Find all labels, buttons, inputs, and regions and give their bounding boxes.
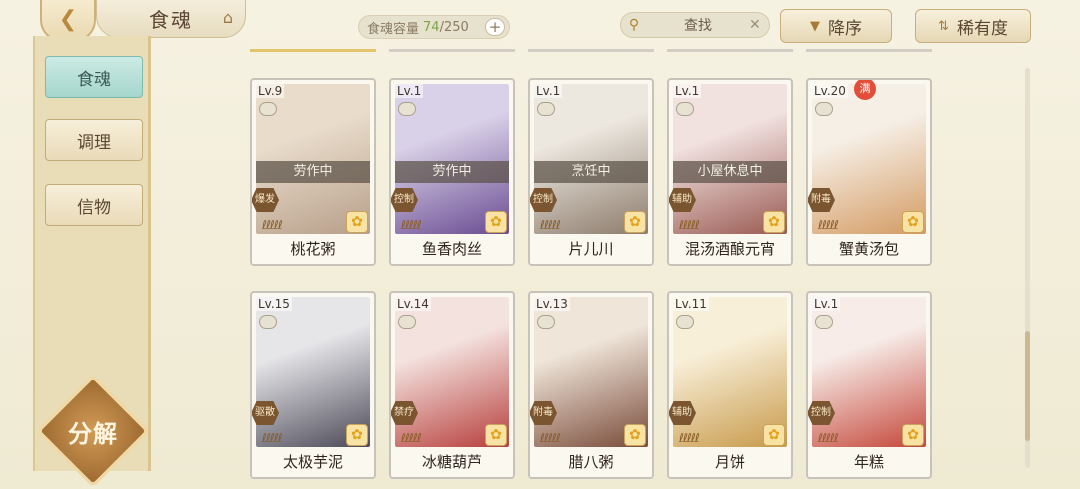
flower-icon: ✿ [763,211,785,233]
sort-order-label: 降序 [828,18,862,39]
bag-icon [537,102,555,116]
flower-icon: ✿ [624,211,646,233]
star-rating: ℓℓℓℓℓ [679,431,700,445]
bag-icon [676,102,694,116]
star-rating: ℓℓℓℓℓ [679,218,700,232]
card-name: 混汤酒酿元宵 [669,234,791,264]
star-rating: ℓℓℓℓℓ [401,218,422,232]
character-card[interactable]: Lv.13 附毒 ℓℓℓℓℓ ✿ 腊八粥 [528,291,654,479]
role-badge: 附毒 [530,401,557,425]
role-badge: 辅助 [669,188,696,212]
star-rating: ℓℓℓℓℓ [401,431,422,445]
flower-icon: ✿ [485,211,507,233]
tab-xinwu[interactable]: 信物 [45,184,143,226]
bag-icon [259,315,277,329]
card-level: Lv.1 [812,297,841,311]
back-arrow-icon: ❮ [58,6,78,32]
flower-icon: ✿ [763,424,785,446]
card-status: 小屋休息中 [673,161,787,183]
card-name: 冰糖葫芦 [391,447,513,477]
card-name: 腊八粥 [530,447,652,477]
card-name: 月饼 [669,447,791,477]
full-badge: 满 [854,80,876,100]
card-level: Lv.13 [534,297,570,311]
card-name: 鱼香肉丝 [391,234,513,264]
flower-icon: ✿ [346,211,368,233]
role-badge: 驱散 [252,401,279,425]
capacity-add-button[interactable]: + [485,18,505,36]
role-badge: 爆发 [252,188,279,212]
character-card[interactable]: Lv.15 驱散 ℓℓℓℓℓ ✿ 太极芋泥 [250,291,376,479]
scrollbar[interactable] [1025,68,1030,468]
star-rating: ℓℓℓℓℓ [540,218,561,232]
character-card[interactable]: Lv.11 辅助 ℓℓℓℓℓ ✿ 月饼 [667,291,793,479]
search-placeholder: 查找 [684,18,712,34]
card-level: Lv.9 [256,84,285,98]
capacity-total: /250 [439,19,469,35]
flower-icon: ✿ [902,211,924,233]
capacity-current: 74 [423,19,440,35]
home-icon[interactable]: ⌂ [214,8,242,32]
previous-row-edge [250,36,1020,52]
card-level: Lv.15 [256,297,292,311]
role-badge: 辅助 [669,401,696,425]
card-name: 太极芋泥 [252,447,374,477]
card-level: Lv.20 [812,84,848,98]
star-rating: ℓℓℓℓℓ [262,218,283,232]
scrollbar-thumb[interactable] [1025,331,1030,441]
card-status: 劳作中 [256,161,370,183]
flower-icon: ✿ [624,424,646,446]
app-root: ❮ 食魂 ⌂ 食魂容量 74 /250 + ⚲ 查找 ✕ ▼ 降序 ⇅ 稀有度 … [0,0,1080,489]
character-card[interactable]: Lv.1 小屋休息中 辅助 ℓℓℓℓℓ ✿ 混汤酒酿元宵 [667,78,793,266]
role-badge: 禁疗 [391,401,418,425]
bag-icon [815,102,833,116]
tab-tiaoli[interactable]: 调理 [45,119,143,161]
character-card[interactable]: Lv.1 劳作中 控制 ℓℓℓℓℓ ✿ 鱼香肉丝 [389,78,515,266]
bag-icon [676,315,694,329]
card-level: Lv.14 [395,297,431,311]
bag-icon [815,315,833,329]
sort-down-icon: ▼ [810,18,820,34]
flower-icon: ✿ [346,424,368,446]
card-level: Lv.1 [534,84,563,98]
star-rating: ℓℓℓℓℓ [818,431,839,445]
card-name: 桃花粥 [252,234,374,264]
card-name: 年糕 [808,447,930,477]
flower-icon: ✿ [485,424,507,446]
sort-rarity-label: 稀有度 [956,18,1008,39]
star-rating: ℓℓℓℓℓ [818,218,839,232]
card-name: 蟹黄汤包 [808,234,930,264]
character-card[interactable]: Lv.1 控制 ℓℓℓℓℓ ✿ 年糕 [806,291,932,479]
role-badge: 控制 [530,188,557,212]
flower-icon: ✿ [902,424,924,446]
search-icon: ⚲ [628,17,640,33]
character-card[interactable]: Lv.9 劳作中 爆发 ℓℓℓℓℓ ✿ 桃花粥 [250,78,376,266]
bag-icon [398,102,416,116]
card-name: 片儿川 [530,234,652,264]
card-level: Lv.11 [673,297,709,311]
sidebar: 食魂 调理 信物 分解 [33,36,151,488]
role-badge: 控制 [391,188,418,212]
decompose-label[interactable]: 分解 [53,414,133,449]
character-card[interactable]: Lv.1 烹饪中 控制 ℓℓℓℓℓ ✿ 片儿川 [528,78,654,266]
card-status: 烹饪中 [534,161,648,183]
star-rating: ℓℓℓℓℓ [262,431,283,445]
card-level: Lv.1 [673,84,702,98]
bag-icon [259,102,277,116]
card-status: 劳作中 [395,161,509,183]
clear-search-button[interactable]: ✕ [749,17,769,33]
character-card[interactable]: Lv.20 附毒 ℓℓℓℓℓ ✿ 蟹黄汤包 满 [806,78,932,266]
sort-swap-icon: ⇅ [938,18,949,34]
bag-icon [398,315,416,329]
character-card[interactable]: Lv.14 禁疗 ℓℓℓℓℓ ✿ 冰糖葫芦 [389,291,515,479]
card-level: Lv.1 [395,84,424,98]
capacity-label: 食魂容量 [367,21,420,37]
role-badge: 控制 [808,401,835,425]
tab-shihun[interactable]: 食魂 [45,56,143,98]
search-input[interactable]: ⚲ 查找 ✕ [620,12,770,38]
role-badge: 附毒 [808,188,835,212]
star-rating: ℓℓℓℓℓ [540,431,561,445]
bag-icon [537,315,555,329]
character-grid: Lv.9 劳作中 爆发 ℓℓℓℓℓ ✿ 桃花粥 Lv.1 劳作中 控制 ℓℓℓℓ… [250,78,950,479]
